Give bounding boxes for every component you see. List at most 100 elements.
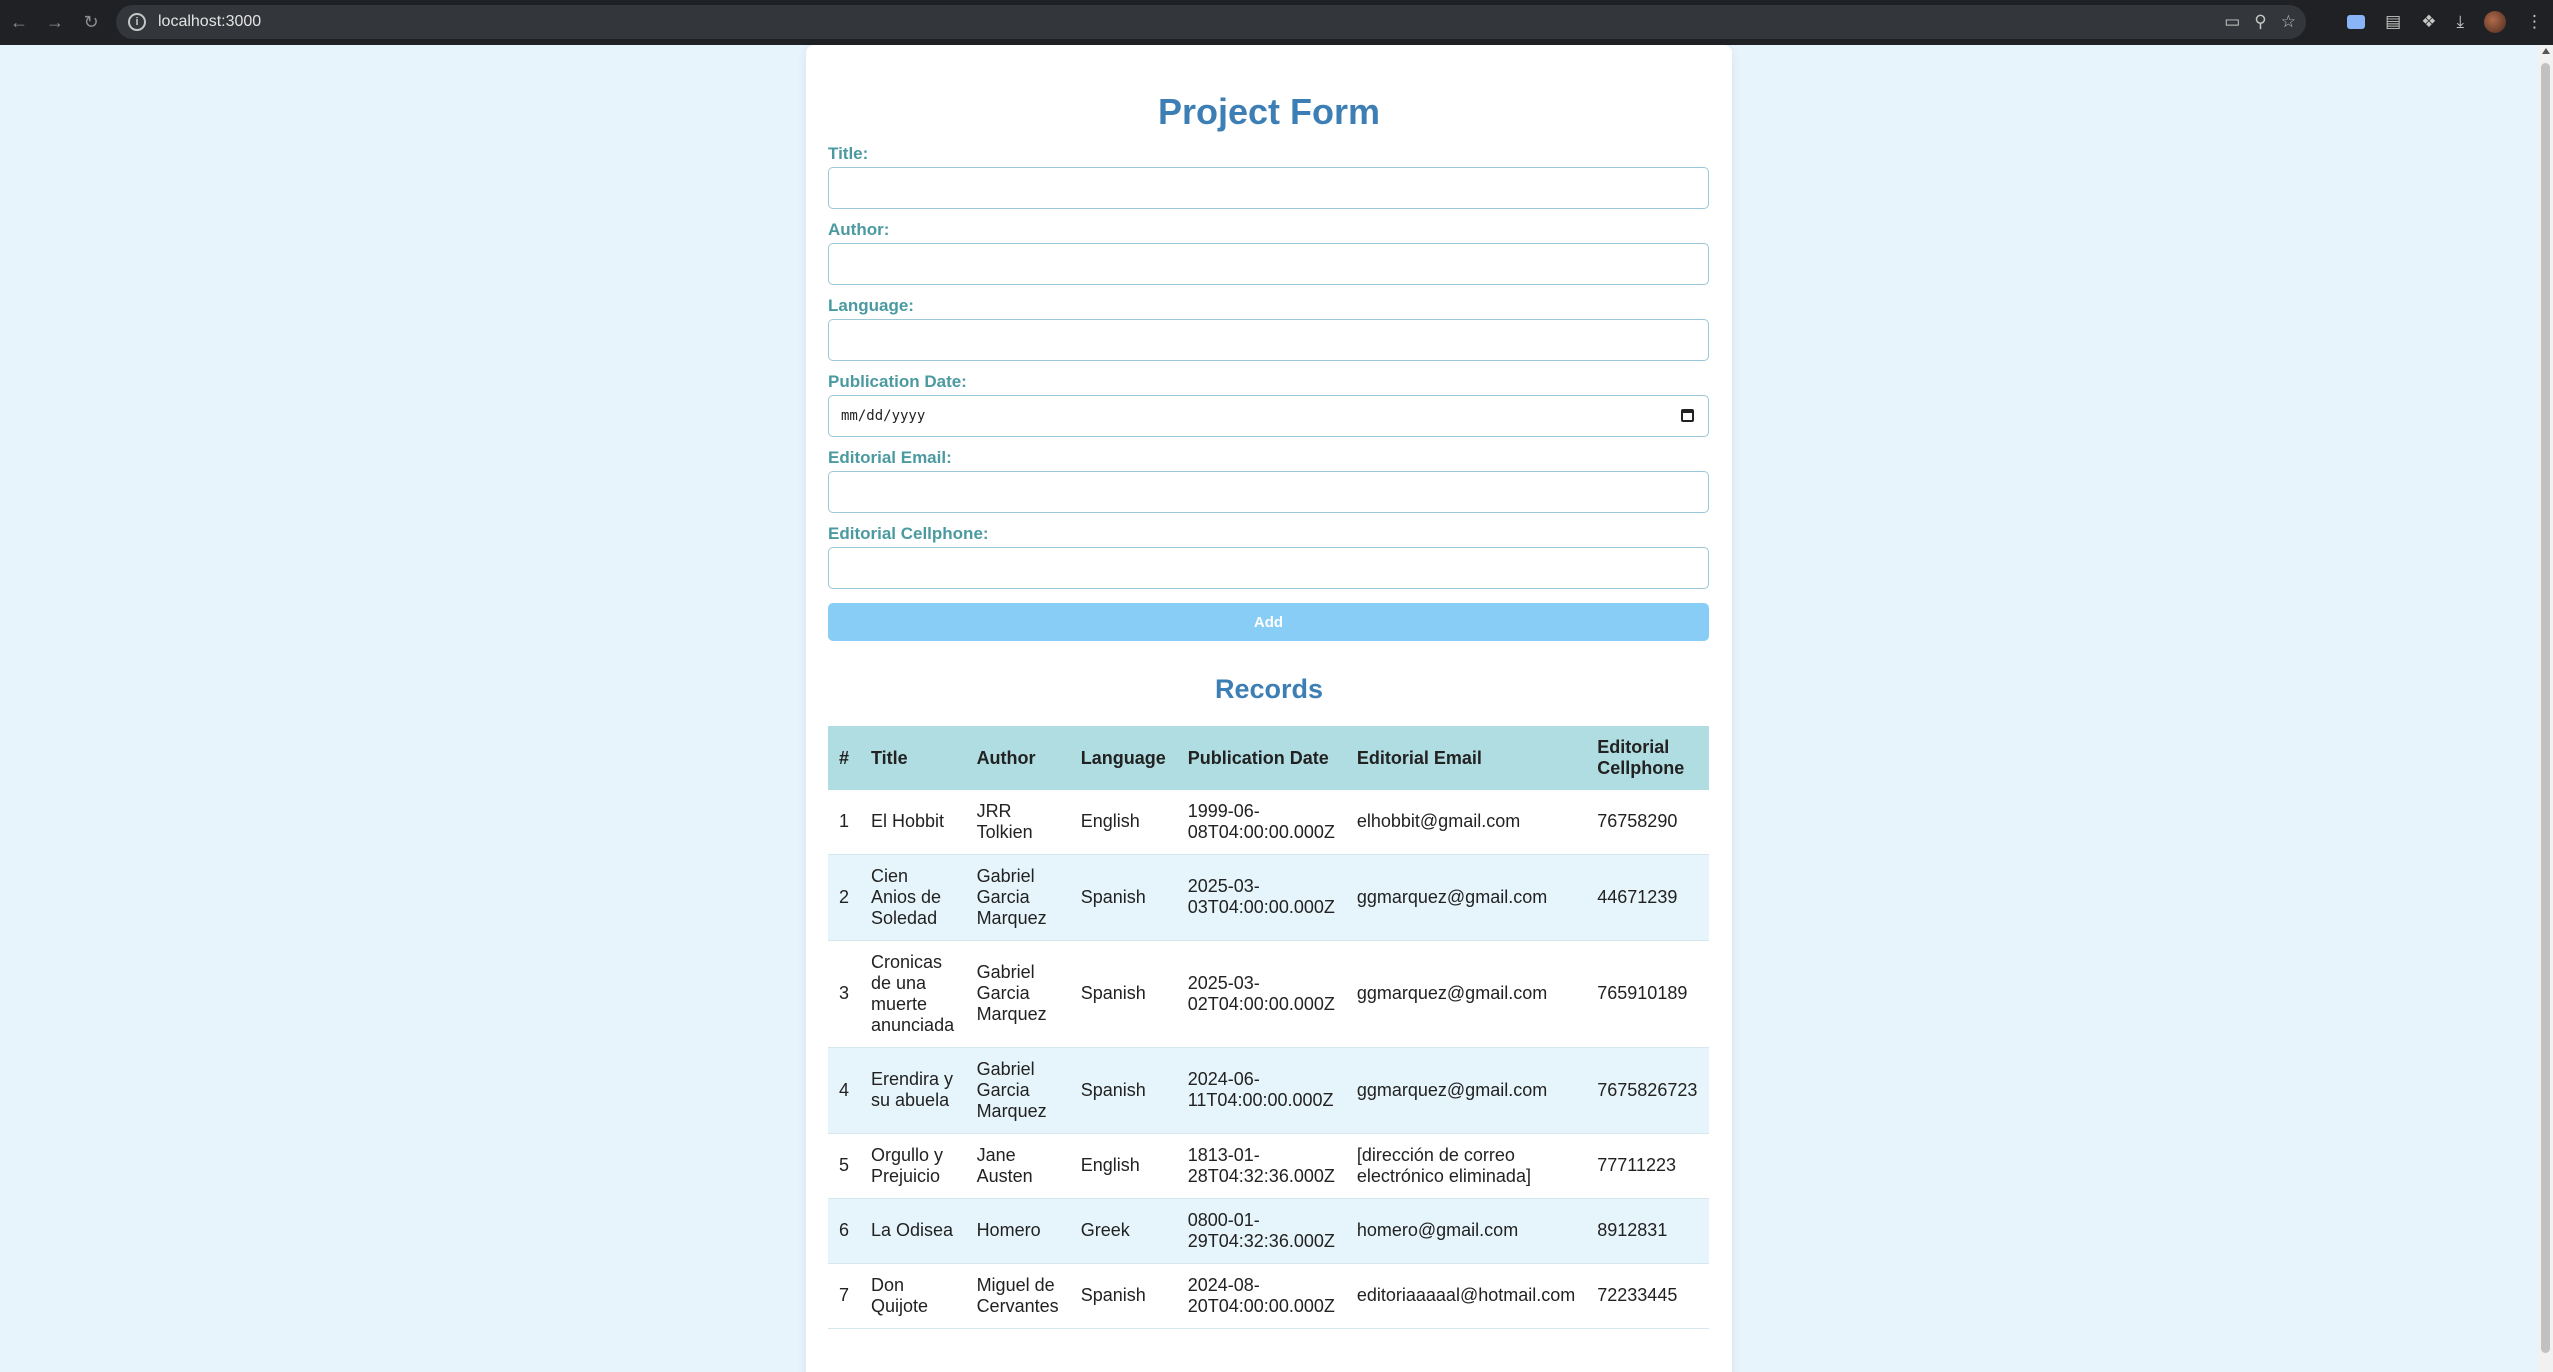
- table-cell: Don Quijote: [860, 1263, 966, 1329]
- title-input[interactable]: [828, 167, 1709, 209]
- editorial-cellphone-input[interactable]: [828, 547, 1709, 589]
- add-button[interactable]: Add: [828, 603, 1709, 641]
- date-placeholder: mm/dd/yyyy: [841, 408, 926, 424]
- table-cell: 2: [828, 854, 861, 941]
- table-cell: 72233445: [1586, 1263, 1709, 1329]
- table-cell: 3: [828, 940, 861, 1048]
- column-header: #: [839, 747, 850, 768]
- table-row: 7 Don Quijote Miguel de Cervantes Spanis…: [828, 1263, 1709, 1329]
- editorial-cellphone-label: Editorial Cellphone:: [828, 524, 989, 543]
- bookmark-star-icon[interactable]: ☆: [2281, 12, 2296, 32]
- records-title: Records: [1214, 674, 1324, 704]
- language-input[interactable]: [828, 319, 1709, 361]
- title-label: Title:: [828, 144, 869, 163]
- table-cell: JRR Tolkien: [965, 790, 1070, 855]
- extension-icon[interactable]: [2347, 15, 2366, 29]
- table-cell: 6: [828, 1198, 861, 1264]
- table-cell: Spanish: [1069, 1263, 1177, 1329]
- table-cell: elhobbit@gmail.com: [1345, 790, 1587, 855]
- author-label: Author:: [828, 220, 890, 239]
- publication-date-label: Publication Date:: [828, 372, 967, 391]
- browser-toolbar: ← → ↻ i localhost:3000 ▭ ⚲ ☆ ▤ ❖ ⤓ ⋮: [0, 0, 2553, 45]
- table-cell: Gabriel Garcia Marquez: [965, 1047, 1070, 1134]
- download-icon[interactable]: ⤓: [2456, 12, 2464, 32]
- table-row: 4 Erendira y su abuela Gabriel Garcia Ma…: [828, 1047, 1709, 1134]
- table-cell: 2024-08-20T04:00:00.000Z: [1176, 1263, 1346, 1329]
- table-cell: 1813-01-28T04:32:36.000Z: [1176, 1133, 1346, 1199]
- menu-kebab-icon[interactable]: ⋮: [2526, 12, 2543, 32]
- table-cell: Gabriel Garcia Marquez: [965, 940, 1070, 1048]
- extensions-puzzle-icon[interactable]: ❖: [2421, 12, 2436, 32]
- table-cell: Jane Austen: [965, 1133, 1070, 1199]
- table-cell: 7: [828, 1263, 861, 1329]
- table-cell: Erendira y su abuela: [860, 1047, 966, 1134]
- page-title: Project Form: [1157, 91, 1381, 132]
- document-icon[interactable]: ▤: [2385, 12, 2401, 32]
- scroll-thumb[interactable]: [2541, 63, 2550, 1353]
- language-label: Language:: [828, 296, 914, 315]
- table-cell: 2024-06-11T04:00:00.000Z: [1176, 1047, 1346, 1134]
- table-row: 3 Cronicas de una muerte anunciada Gabri…: [828, 940, 1709, 1048]
- zoom-icon[interactable]: ⚲: [2254, 12, 2266, 32]
- table-cell: ggmarquez@gmail.com: [1345, 1047, 1587, 1134]
- table-cell: Miguel de Cervantes: [965, 1263, 1070, 1329]
- column-header: Author: [976, 747, 1036, 768]
- column-header: Language: [1080, 747, 1166, 768]
- forward-icon[interactable]: →: [38, 6, 72, 40]
- calendar-icon[interactable]: [1681, 409, 1694, 422]
- table-cell: 1999-06-08T04:00:00.000Z: [1176, 790, 1346, 855]
- table-cell: 77711223: [1586, 1133, 1709, 1199]
- column-header: Title: [871, 747, 908, 768]
- table-cell: Orgullo y Prejuicio: [860, 1133, 966, 1199]
- table-cell: Cien Anios de Soledad: [860, 854, 966, 941]
- install-app-icon[interactable]: ▭: [2224, 12, 2240, 32]
- table-cell: Spanish: [1069, 1047, 1177, 1134]
- profile-avatar[interactable]: [2484, 11, 2506, 33]
- table-row: 5 Orgullo y Prejuicio Jane Austen Englis…: [828, 1133, 1709, 1199]
- table-cell: Greek: [1069, 1198, 1177, 1264]
- table-cell: English: [1069, 790, 1177, 855]
- table-cell: editoriaaaaal@hotmail.com: [1345, 1263, 1587, 1329]
- table-cell: 7675826723: [1586, 1047, 1709, 1134]
- back-icon[interactable]: ←: [2, 6, 36, 40]
- table-row: 2 Cien Anios de Soledad Gabriel Garcia M…: [828, 854, 1709, 941]
- column-header: Publication Date: [1187, 747, 1329, 768]
- table-row: 1 El Hobbit JRR Tolkien English 1999-06-…: [828, 790, 1709, 855]
- table-cell: 4: [828, 1047, 861, 1134]
- page-scrollbar[interactable]: [2538, 45, 2553, 1372]
- table-cell: homero@gmail.com: [1345, 1198, 1587, 1264]
- table-cell: 76758290: [1586, 790, 1709, 855]
- column-header: Editorial Email: [1356, 747, 1482, 768]
- table-cell: Cronicas de una muerte anunciada: [860, 940, 966, 1048]
- url-text: localhost:3000: [158, 13, 262, 30]
- editorial-email-label: Editorial Email:: [828, 448, 952, 467]
- table-cell: 0800-01-29T04:32:36.000Z: [1176, 1198, 1346, 1264]
- table-cell: [dirección de correo electrónico elimina…: [1345, 1133, 1587, 1199]
- column-header: Editorial Cellphone: [1597, 737, 1685, 778]
- table-cell: 2025-03-03T04:00:00.000Z: [1176, 854, 1346, 941]
- table-cell: Spanish: [1069, 940, 1177, 1048]
- table-cell: 2025-03-02T04:00:00.000Z: [1176, 940, 1346, 1048]
- table-cell: 44671239: [1586, 854, 1709, 941]
- publication-date-input[interactable]: mm/dd/yyyy: [828, 395, 1709, 437]
- author-input[interactable]: [828, 243, 1709, 285]
- editorial-email-input[interactable]: [828, 471, 1709, 513]
- table-cell: 8912831: [1586, 1198, 1709, 1264]
- table-cell: ggmarquez@gmail.com: [1345, 854, 1587, 941]
- table-cell: El Hobbit: [860, 790, 966, 855]
- table-cell: 765910189: [1586, 940, 1709, 1048]
- table-cell: Gabriel Garcia Marquez: [965, 854, 1070, 941]
- table-cell: English: [1069, 1133, 1177, 1199]
- table-cell: Spanish: [1069, 854, 1177, 941]
- scroll-up-icon[interactable]: [2542, 48, 2550, 54]
- address-bar[interactable]: i localhost:3000 ▭ ⚲ ☆: [116, 5, 2306, 39]
- table-cell: 5: [828, 1133, 861, 1199]
- table-header-row: # Title Author Language Publication Date…: [828, 726, 1709, 790]
- table-cell: ggmarquez@gmail.com: [1345, 940, 1587, 1048]
- reload-icon[interactable]: ↻: [74, 6, 108, 40]
- form-card: Project Form Title: Author: Language: Pu…: [806, 45, 1732, 1372]
- table-row: 6 La Odisea Homero Greek 0800-01-29T04:3…: [828, 1198, 1709, 1264]
- table-cell: La Odisea: [860, 1198, 966, 1264]
- site-info-icon[interactable]: i: [128, 13, 146, 31]
- records-table: # Title Author Language Publication Date…: [828, 726, 1709, 1329]
